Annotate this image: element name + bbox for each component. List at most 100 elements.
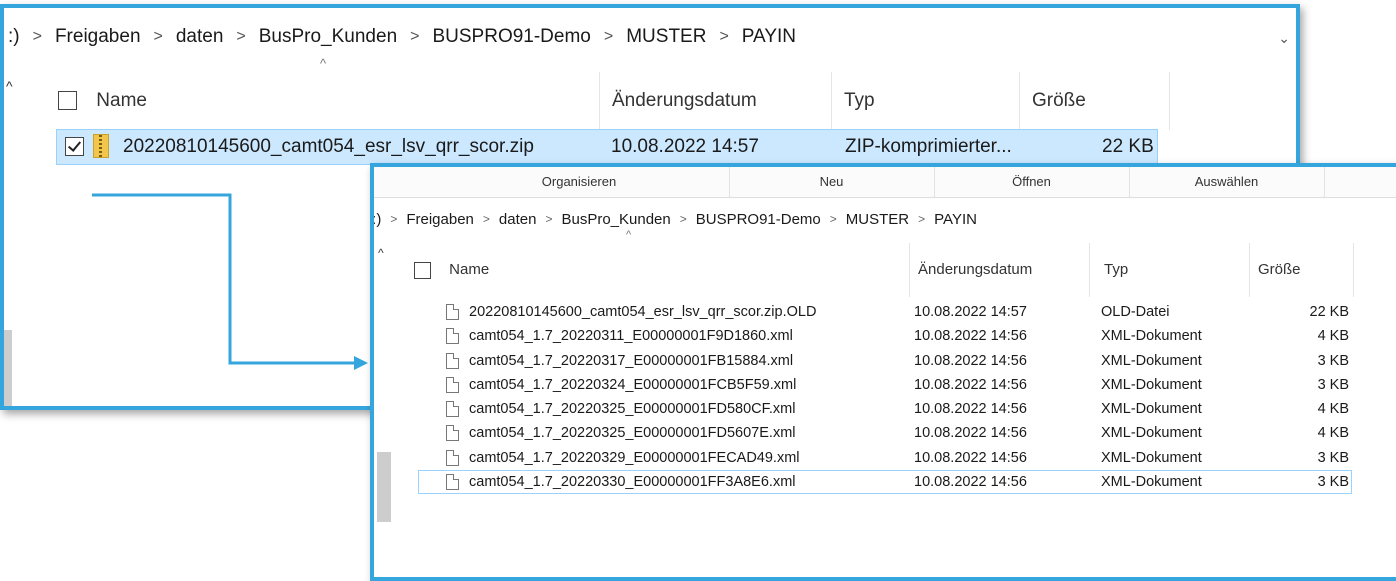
file-type: XML-Dokument [1101,376,1202,393]
column-date[interactable]: Änderungsdatum [910,243,1090,297]
breadcrumb-payin[interactable]: PAYIN [931,211,980,228]
explorer-window-extracted: Organisieren Neu Öffnen Auswählen F:) > … [370,163,1396,581]
column-type-label: Typ [1104,261,1129,278]
address-bar[interactable]: F:) > Freigaben > daten > BusPro_Kunden … [374,198,1396,240]
column-date[interactable]: Änderungsdatum [600,72,832,130]
breadcrumb-muster[interactable]: MUSTER [843,211,912,228]
column-type[interactable]: Typ [1090,243,1250,297]
breadcrumb-buspro91-demo[interactable]: BUSPRO91-Demo [428,26,594,48]
ribbon-oeffnen[interactable]: Öffnen [934,167,1130,197]
file-date: 10.08.2022 14:57 [914,304,1027,320]
scroll-up-icon[interactable]: ^ [378,246,384,260]
file-type: XML-Dokument [1101,352,1202,369]
file-type: XML-Dokument [1101,328,1202,345]
file-icon [446,474,459,491]
ribbon-organisieren[interactable]: Organisieren [429,167,730,197]
breadcrumb-drive[interactable]: F:) [374,211,384,228]
chevron-right-icon: > [32,28,42,45]
file-type: XML-Dokument [1101,425,1202,442]
file-size: 3 KB [1317,376,1349,393]
file-icon [446,304,459,320]
breadcrumb-daten[interactable]: daten [496,211,540,228]
file-icon [446,401,459,418]
file-row[interactable]: camt054_1.7_20220325_E00000001FD580CF.xm… [418,397,1352,421]
file-size: 22 KB [1309,304,1350,320]
file-row[interactable]: camt054_1.7_20220317_E00000001FB15884.xm… [418,349,1352,373]
file-date: 10.08.2022 14:56 [914,352,1027,369]
chevron-down-icon[interactable]: ⌄ [1278,30,1290,47]
file-date: 10.08.2022 14:56 [914,425,1027,442]
column-name-label: Name [96,90,147,111]
breadcrumb-buspro-kunden[interactable]: BusPro_Kunden [558,211,673,228]
select-all-checkbox[interactable] [414,261,431,279]
breadcrumb-daten[interactable]: daten [172,26,228,48]
breadcrumb-buspro91-demo[interactable]: BUSPRO91-Demo [693,211,824,228]
chevron-right-icon: > [719,28,729,45]
file-icon [446,352,459,369]
zip-folder-icon [93,134,109,158]
file-name: camt054_1.7_20220329_E00000001FECAD49.xm… [469,449,800,466]
file-size: 3 KB [1317,474,1349,491]
column-type[interactable]: Typ [832,72,1020,130]
column-date-label: Änderungsdatum [612,90,757,111]
column-header-row: ^ Name Änderungsdatum Typ Größe [52,56,1222,130]
breadcrumb-payin[interactable]: PAYIN [738,26,800,48]
file-name: camt054_1.7_20220311_E00000001F9D1860.xm… [469,328,793,345]
file-name: 20220810145600_camt054_esr_lsv_qrr_scor.… [123,136,534,157]
column-name[interactable]: Name [52,72,600,130]
file-type: OLD-Datei [1101,304,1170,320]
chevron-right-icon: > [829,212,837,226]
file-type: XML-Dokument [1101,449,1202,466]
vertical-scrollbar[interactable]: ^ [4,70,14,406]
sort-ascending-icon: ^ [320,56,327,71]
file-name: camt054_1.7_20220325_E00000001FD5607E.xm… [469,425,796,442]
file-size: 22 KB [1102,136,1154,157]
select-all-checkbox[interactable] [58,91,77,111]
scrollbar-thumb[interactable] [4,330,12,406]
file-row-zip[interactable]: 20220810145600_camt054_esr_lsv_qrr_scor.… [56,129,1158,165]
ribbon-auswaehlen[interactable]: Auswählen [1129,167,1325,197]
file-date: 10.08.2022 14:57 [611,136,759,157]
column-name[interactable]: Name [414,243,910,297]
chevron-right-icon: > [390,212,398,226]
file-row[interactable]: camt054_1.7_20220325_E00000001FD5607E.xm… [418,421,1352,445]
column-size[interactable]: Größe [1250,243,1354,297]
column-size-label: Größe [1258,261,1301,278]
scroll-up-icon[interactable]: ^ [6,78,13,94]
column-header-row: ^ Name Änderungsdatum Typ Größe [414,229,1354,297]
scrollbar-thumb[interactable] [377,452,391,522]
address-bar[interactable]: :) > Freigaben > daten > BusPro_Kunden >… [4,8,1296,66]
file-name: camt054_1.7_20220325_E00000001FD580CF.xm… [469,401,796,418]
chevron-right-icon: > [603,28,614,45]
file-icon [446,328,459,345]
column-type-label: Typ [844,90,875,111]
chevron-right-icon: > [236,28,246,45]
file-size: 4 KB [1317,425,1349,442]
file-size: 3 KB [1317,449,1349,466]
file-date: 10.08.2022 14:56 [914,449,1027,466]
file-row[interactable]: camt054_1.7_20220311_E00000001F9D1860.xm… [418,324,1352,348]
file-icon [446,376,459,393]
ribbon-neu[interactable]: Neu [729,167,935,197]
file-size: 4 KB [1317,328,1349,345]
breadcrumb-freigaben[interactable]: Freigaben [51,26,145,48]
file-row-selected[interactable]: camt054_1.7_20220330_E00000001FF3A8E6.xm… [418,470,1352,495]
breadcrumb-drive[interactable]: :) [4,26,24,48]
ribbon-bar: Organisieren Neu Öffnen Auswählen [374,167,1396,198]
file-row[interactable]: camt054_1.7_20220324_E00000001FCB5F59.xm… [418,373,1352,397]
file-type: ZIP-komprimierter... [845,136,1012,157]
breadcrumb-freigaben[interactable]: Freigaben [403,211,477,228]
file-name: camt054_1.7_20220317_E00000001FB15884.xm… [469,352,794,369]
file-date: 10.08.2022 14:56 [914,328,1027,345]
column-size[interactable]: Größe [1020,72,1170,130]
row-checkbox[interactable] [65,137,84,156]
breadcrumb-buspro-kunden[interactable]: BusPro_Kunden [255,26,401,48]
breadcrumb-muster[interactable]: MUSTER [622,26,710,48]
vertical-scrollbar[interactable]: ^ [374,242,392,577]
file-row[interactable]: 20220810145600_camt054_esr_lsv_qrr_scor.… [418,300,1352,324]
chevron-right-icon: > [410,28,420,45]
chevron-right-icon: > [545,212,553,226]
file-name: 20220810145600_camt054_esr_lsv_qrr_scor.… [469,304,817,320]
file-row[interactable]: camt054_1.7_20220329_E00000001FECAD49.xm… [418,446,1352,470]
file-type: XML-Dokument [1101,401,1202,418]
